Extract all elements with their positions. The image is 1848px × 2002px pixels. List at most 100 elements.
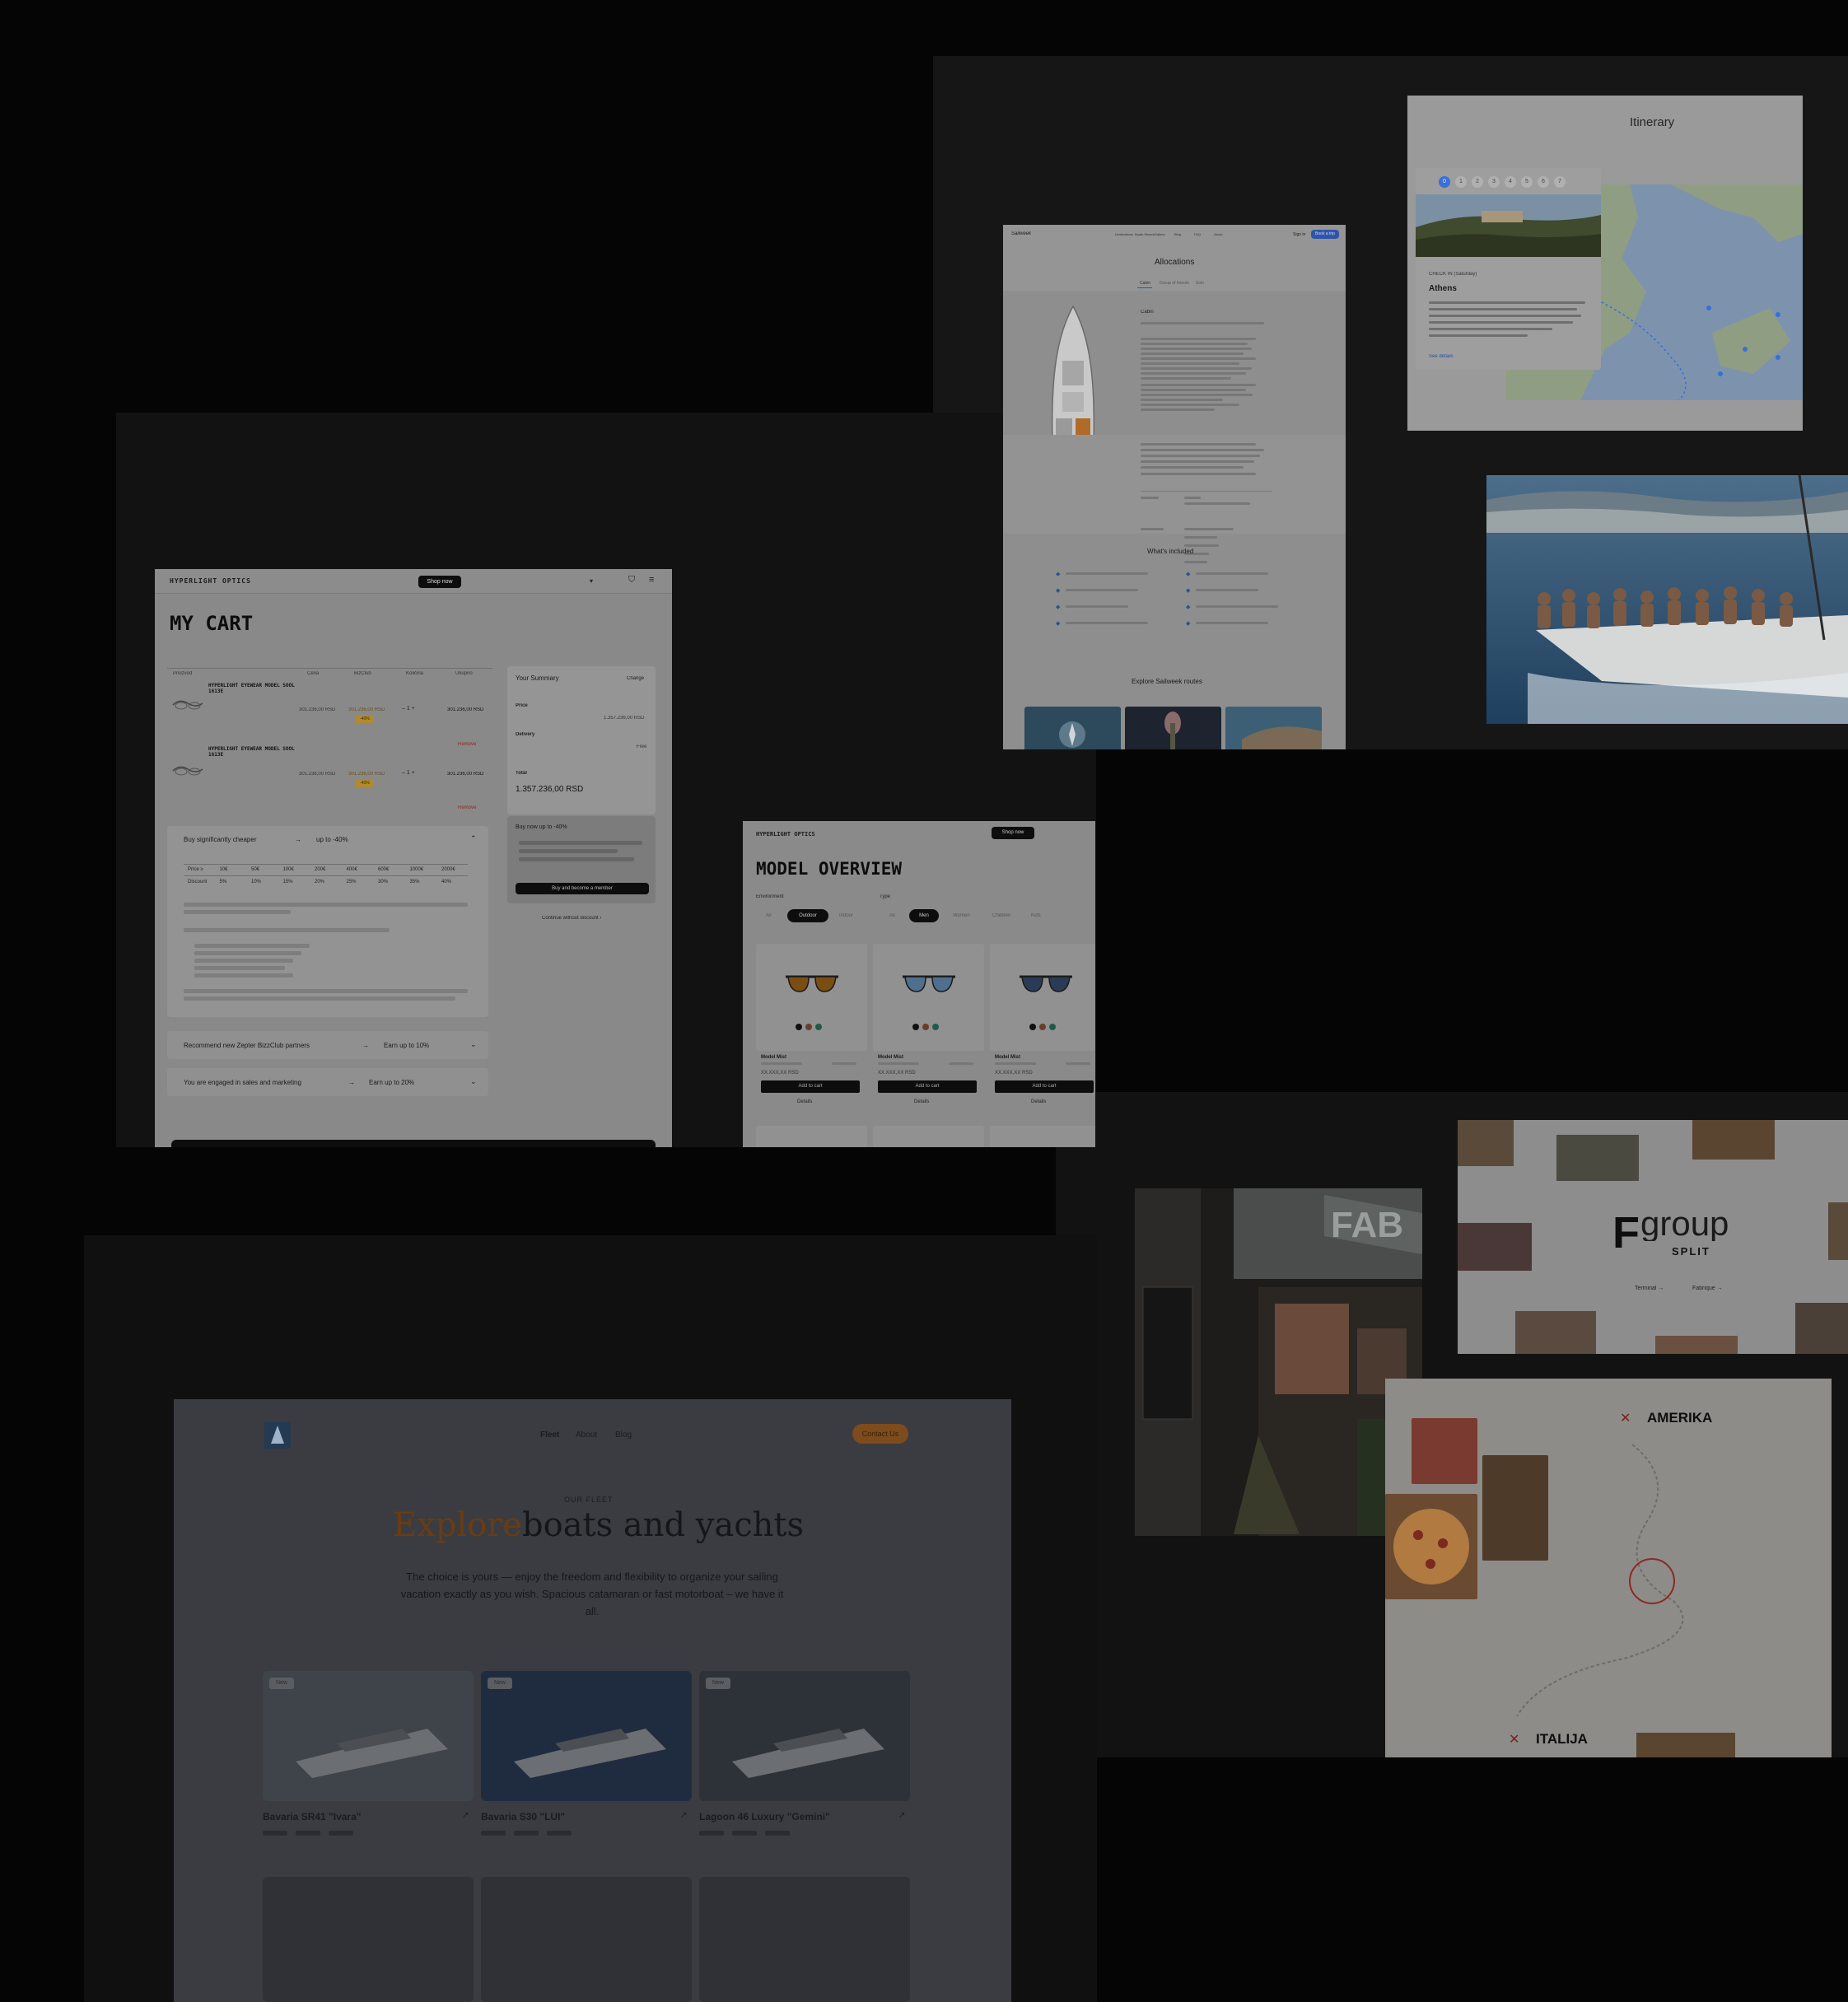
nav-item[interactable]: FAQ <box>1194 232 1201 236</box>
route-card[interactable] <box>1024 707 1121 749</box>
nav-item[interactable]: About <box>1214 232 1222 236</box>
filter-env-indoor[interactable]: Indoor <box>839 913 853 918</box>
boat-name[interactable]: Bavaria S30 "LUI" <box>481 1811 565 1822</box>
arrow-up-right-icon[interactable]: ↗ <box>898 1811 905 1820</box>
route-card[interactable] <box>1225 707 1322 749</box>
continue-without-discount-link[interactable]: Continue without discount › <box>542 916 601 921</box>
quantity-stepper[interactable]: – 1 + <box>402 706 415 712</box>
details-link[interactable]: Details <box>797 1099 812 1104</box>
product-card[interactable] <box>990 944 1095 1051</box>
tab-solo[interactable]: Solo <box>1196 281 1204 286</box>
remove-link[interactable]: Remove <box>458 805 476 810</box>
nav-about[interactable]: About <box>576 1430 597 1440</box>
color-swatch[interactable] <box>932 1024 939 1030</box>
color-swatch[interactable] <box>805 1024 812 1030</box>
cart-icon[interactable]: ⛉ <box>628 575 635 586</box>
day-button[interactable]: 4 <box>1505 176 1516 188</box>
color-swatch[interactable] <box>1039 1024 1046 1030</box>
color-swatch[interactable] <box>1029 1024 1036 1030</box>
add-to-cart-button[interactable]: Add to cart <box>878 1080 977 1093</box>
chevron-up-icon[interactable]: ⌃ <box>470 834 477 843</box>
color-swatch[interactable] <box>912 1024 919 1030</box>
brand-logo[interactable]: Sailweek <box>1011 231 1031 236</box>
product-card[interactable] <box>756 1126 867 1147</box>
product-name[interactable]: Model Mist <box>878 1055 903 1060</box>
boat-name[interactable]: Lagoon 46 Luxury "Gemini" <box>699 1811 830 1822</box>
product-name[interactable]: Model Mist <box>995 1055 1020 1060</box>
nav-fleet[interactable]: Fleet <box>540 1430 559 1440</box>
book-trip-button[interactable]: Book a trip <box>1311 230 1339 239</box>
color-swatch[interactable] <box>796 1024 802 1030</box>
nav-item[interactable]: Gallery <box>1155 232 1165 236</box>
filter-type-kids[interactable]: Kids <box>1031 913 1041 918</box>
arrow-up-right-icon[interactable]: ↗ <box>680 1811 687 1820</box>
remove-link[interactable]: Remove <box>458 742 476 747</box>
nav-blog[interactable]: Blog <box>615 1430 632 1440</box>
summary-delivery-value: Free <box>637 744 647 749</box>
boat-card[interactable] <box>699 1877 910 2002</box>
nav-item[interactable]: Destinations <box>1115 232 1133 236</box>
filter-type-all[interactable]: All <box>889 913 895 918</box>
brand-logo[interactable]: HYPERLIGHT OPTICS <box>756 831 815 838</box>
quantity-stepper[interactable]: – 1 + <box>402 770 415 776</box>
day-button[interactable]: 7 <box>1554 176 1566 188</box>
boat-card[interactable] <box>699 1671 910 1801</box>
filter-env-outdoor[interactable]: Outdoor <box>787 909 828 922</box>
color-swatch[interactable] <box>1049 1024 1056 1030</box>
boat-card[interactable] <box>263 1877 474 2002</box>
chevron-down-icon[interactable]: ⌄ <box>470 1077 477 1086</box>
product-name[interactable]: Model Mist <box>761 1055 786 1060</box>
become-member-button[interactable]: Buy and become a member <box>516 883 649 894</box>
details-link[interactable]: Details <box>1031 1099 1046 1104</box>
arrow-up-right-icon[interactable]: ↗ <box>462 1811 469 1820</box>
product-card[interactable] <box>756 944 867 1051</box>
shop-now-button[interactable]: Shop now <box>992 827 1034 839</box>
close-icon[interactable]: ✕ <box>1509 1731 1519 1748</box>
filter-type-women[interactable]: Women <box>953 913 970 918</box>
fabrique-link[interactable]: Fabrique → <box>1692 1286 1723 1291</box>
product-card[interactable] <box>990 1126 1095 1147</box>
route-card[interactable] <box>1125 707 1221 749</box>
terminal-link[interactable]: Terminal → <box>1635 1286 1664 1291</box>
boat-card[interactable] <box>481 1877 692 2002</box>
brand-logo[interactable]: HYPERLIGHT OPTICS <box>170 577 251 585</box>
boat-card[interactable] <box>481 1671 692 1801</box>
shop-now-button[interactable]: Shop now <box>418 576 461 588</box>
tab-group[interactable]: Group of friends <box>1160 281 1189 286</box>
day-button[interactable]: 0 <box>1439 176 1450 188</box>
tab-cabin[interactable]: Cabin <box>1140 281 1150 286</box>
add-to-cart-button[interactable]: Add to cart <box>995 1080 1094 1093</box>
day-button[interactable]: 5 <box>1521 176 1533 188</box>
add-to-cart-button[interactable]: Add to cart <box>761 1080 860 1093</box>
boat-name[interactable]: Bavaria SR41 "Ivara" <box>263 1811 361 1822</box>
language-selector[interactable]: ▾ <box>590 577 593 585</box>
filter-env-all[interactable]: All <box>766 913 772 918</box>
close-icon[interactable]: ✕ <box>1620 1410 1631 1426</box>
product-card[interactable] <box>873 944 984 1051</box>
product-card[interactable] <box>873 1126 984 1147</box>
day-button[interactable]: 2 <box>1472 176 1483 188</box>
filter-type-men[interactable]: Men <box>909 909 939 922</box>
details-link[interactable]: Details <box>914 1099 929 1104</box>
nav-item[interactable]: Boats Search <box>1135 232 1155 236</box>
color-swatch[interactable] <box>922 1024 929 1030</box>
day-button[interactable]: 1 <box>1455 176 1467 188</box>
brand-logo[interactable] <box>264 1422 291 1449</box>
item-name[interactable]: HYPERLIGHT EYEWEAR MODEL SOOL 1613E <box>208 746 307 758</box>
see-details-link[interactable]: See details <box>1429 354 1454 359</box>
nav-item[interactable]: Blog <box>1174 232 1181 236</box>
sign-in-link[interactable]: Sign in <box>1293 232 1305 237</box>
summary-change-link[interactable]: Change <box>627 676 644 681</box>
item-name[interactable]: HYPERLIGHT EYEWEAR MODEL SOOL 1613E <box>208 683 307 694</box>
day-button[interactable]: 3 <box>1488 176 1500 188</box>
product-thumbnail[interactable] <box>171 763 204 779</box>
boat-card[interactable] <box>263 1671 474 1801</box>
day-button[interactable]: 6 <box>1538 176 1549 188</box>
color-swatch[interactable] <box>815 1024 822 1030</box>
contact-us-button[interactable]: Contact Us <box>852 1424 908 1444</box>
filter-environment-label: Environment <box>756 894 784 899</box>
filter-type-children[interactable]: Children <box>992 913 1010 918</box>
chevron-down-icon[interactable]: ⌄ <box>470 1040 477 1049</box>
menu-icon[interactable]: ≡ <box>649 575 654 585</box>
product-thumbnail[interactable] <box>171 697 204 713</box>
